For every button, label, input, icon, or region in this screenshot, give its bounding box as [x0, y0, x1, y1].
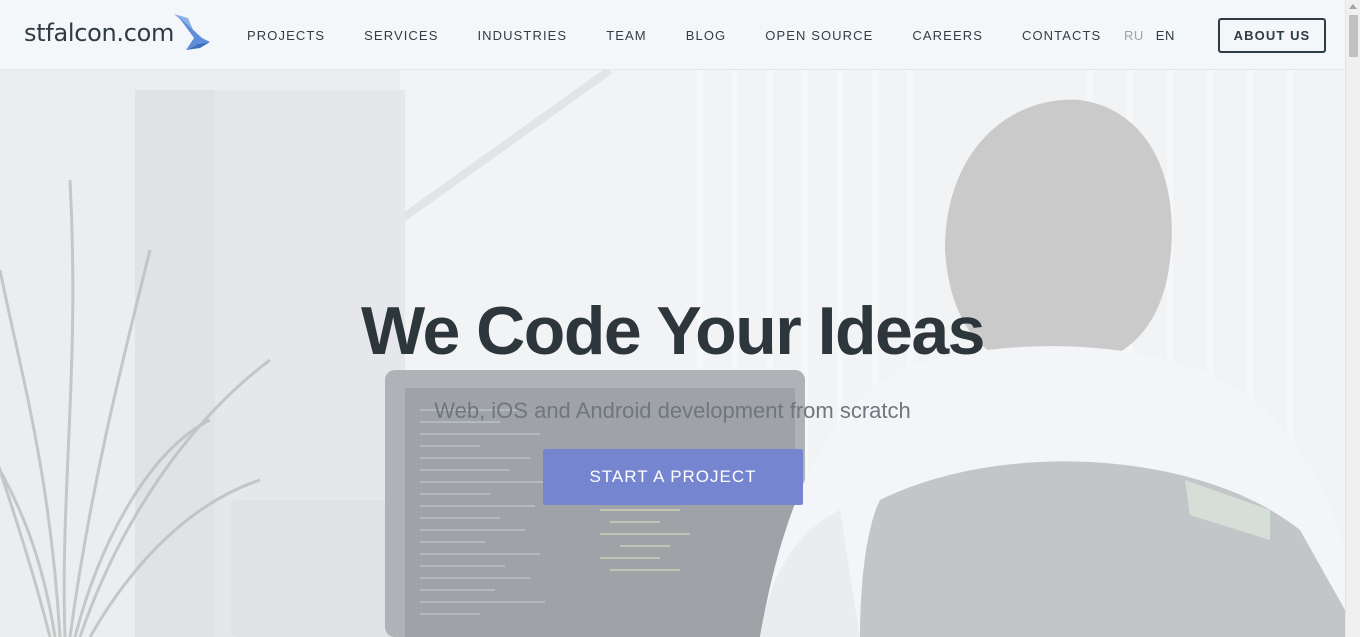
- hero-title: We Code Your Ideas: [361, 293, 985, 369]
- language-switcher: RU EN: [1124, 0, 1175, 70]
- about-us-button[interactable]: ABOUT US: [1218, 18, 1326, 53]
- nav-item-careers[interactable]: CAREERS: [912, 28, 983, 43]
- logo-link[interactable]: stfalcon.com: [24, 14, 212, 52]
- falcon-bird-icon: [174, 14, 211, 50]
- page: stfalcon.com PROJECTS SERVICES INDUSTRIE…: [0, 0, 1360, 637]
- logo-text: stfalcon.com: [24, 19, 175, 47]
- scrollbar-thumb[interactable]: [1349, 15, 1358, 57]
- lang-ru-link[interactable]: RU: [1124, 28, 1144, 43]
- nav-item-projects[interactable]: PROJECTS: [247, 28, 325, 43]
- start-project-button[interactable]: START A PROJECT: [543, 449, 803, 505]
- nav-item-contacts[interactable]: CONTACTS: [1022, 28, 1101, 43]
- site-header: stfalcon.com PROJECTS SERVICES INDUSTRIE…: [0, 0, 1345, 70]
- hero-section: We Code Your Ideas Web, iOS and Android …: [0, 70, 1345, 637]
- main-nav: PROJECTS SERVICES INDUSTRIES TEAM BLOG O…: [247, 0, 1140, 70]
- lang-en-link[interactable]: EN: [1156, 28, 1175, 43]
- nav-item-services[interactable]: SERVICES: [364, 28, 438, 43]
- nav-item-open-source[interactable]: OPEN SOURCE: [765, 28, 873, 43]
- nav-item-blog[interactable]: BLOG: [686, 28, 727, 43]
- nav-item-industries[interactable]: INDUSTRIES: [477, 28, 567, 43]
- vertical-scrollbar[interactable]: [1345, 0, 1360, 637]
- scroll-up-arrow-icon[interactable]: [1349, 4, 1357, 9]
- hero-subtitle: Web, iOS and Android development from sc…: [434, 398, 911, 423]
- nav-item-team[interactable]: TEAM: [606, 28, 647, 43]
